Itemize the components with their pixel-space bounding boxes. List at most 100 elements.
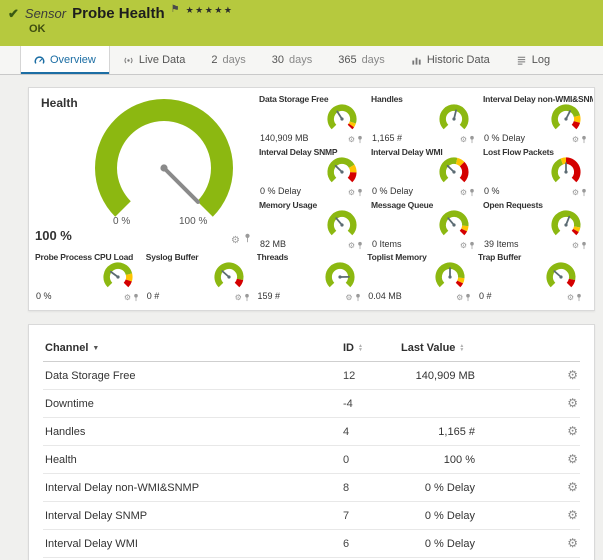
row-spacer (477, 530, 546, 558)
row-actions: ⚙ (546, 446, 580, 474)
row-spacer (477, 446, 546, 474)
tab-log[interactable]: Log (503, 46, 563, 74)
channel-id: 7 (341, 502, 399, 530)
table-row[interactable]: Downtime-4⚙ (43, 390, 580, 418)
gear-icon[interactable]: ⚙ (460, 242, 467, 250)
pin-icon[interactable] (355, 293, 361, 302)
channel-settings-icon[interactable]: ⚙ (567, 452, 578, 466)
gear-icon[interactable]: ⚙ (460, 136, 467, 144)
table-row[interactable]: Health0100 %⚙ (43, 446, 580, 474)
pin-icon[interactable] (244, 293, 250, 302)
gear-icon[interactable]: ⚙ (567, 294, 574, 302)
channels-table: Channel▼ ID▲▼ Last Value▲▼ Data Storage … (43, 335, 580, 560)
col-header-id[interactable]: ID▲▼ (341, 335, 399, 362)
channel-id: 6 (341, 530, 399, 558)
gear-icon[interactable]: ⚙ (345, 294, 352, 302)
gauge-actions: ⚙ (345, 293, 360, 302)
pin-icon[interactable] (357, 135, 363, 144)
tab-label: 30 (272, 54, 284, 66)
pin-icon[interactable] (357, 188, 363, 197)
table-row[interactable]: Interval Delay non-WMI&SNMP80 % Delay⚙ (43, 474, 580, 502)
channel-settings-icon[interactable]: ⚙ (567, 508, 578, 522)
gauge-actions: ⚙ (235, 293, 250, 302)
pin-icon[interactable] (469, 188, 475, 197)
col-label: ID (343, 342, 354, 354)
gear-icon[interactable]: ⚙ (231, 235, 240, 246)
channel-last-value (399, 390, 477, 418)
channel-name[interactable]: Interval Delay WMI (43, 530, 341, 558)
pin-icon[interactable] (581, 188, 587, 197)
pin-icon[interactable] (469, 135, 475, 144)
pin-icon[interactable] (357, 241, 363, 250)
gear-icon[interactable]: ⚙ (572, 189, 579, 197)
channel-settings-icon[interactable]: ⚙ (567, 424, 578, 438)
table-row[interactable]: Interval Delay SNMP70 % Delay⚙ (43, 502, 580, 530)
gauge-dial (212, 260, 246, 294)
gear-icon[interactable]: ⚙ (572, 136, 579, 144)
tab-365-days[interactable]: 365 days (325, 46, 398, 74)
col-header-channel[interactable]: Channel▼ (43, 335, 341, 362)
channel-settings-icon[interactable]: ⚙ (567, 368, 578, 382)
pin-icon[interactable] (581, 241, 587, 250)
col-header-actions (546, 335, 580, 362)
gauge-actions: ⚙ (460, 241, 475, 250)
gauge-value: 1,165 # (372, 133, 402, 143)
pin-icon[interactable] (576, 293, 582, 302)
row-spacer (477, 474, 546, 502)
channel-settings-icon[interactable]: ⚙ (567, 396, 578, 410)
health-gauge-dial (84, 88, 244, 248)
col-header-spacer (477, 335, 546, 362)
gear-icon[interactable]: ⚙ (348, 189, 355, 197)
tab-label-unit: days (222, 54, 245, 66)
table-row[interactable]: Handles41,165 #⚙ (43, 418, 580, 446)
pin-icon[interactable] (133, 293, 139, 302)
tab-label-unit: days (362, 54, 385, 66)
gauge-trap-buffer: Trap Buffer0 #⚙ (478, 252, 588, 304)
channel-name[interactable]: Handles (43, 418, 341, 446)
gauge-actions: ⚙ (572, 135, 587, 144)
gear-icon[interactable]: ⚙ (460, 189, 467, 197)
sort-icon: ▲▼ (459, 344, 464, 352)
gauge-dial (549, 208, 583, 242)
gear-icon[interactable]: ⚙ (348, 242, 355, 250)
gauge-value: 82 MB (260, 239, 286, 249)
channel-name[interactable]: Downtime (43, 390, 341, 418)
gear-icon[interactable]: ⚙ (348, 136, 355, 144)
channel-name[interactable]: Data Storage Free (43, 362, 341, 390)
row-spacer (477, 362, 546, 390)
table-row[interactable]: Interval Delay WMI60 % Delay⚙ (43, 530, 580, 558)
gear-icon[interactable]: ⚙ (572, 242, 579, 250)
gauge-actions: ⚙ (572, 241, 587, 250)
tab-2-days[interactable]: 2 days (198, 46, 258, 74)
col-header-last-value[interactable]: Last Value▲▼ (399, 335, 477, 362)
gauge-memory-usage: Memory Usage82 MB⚙ (259, 200, 369, 252)
tab-live-data[interactable]: Live Data (110, 46, 198, 74)
gauge-dial (549, 102, 583, 136)
tab-label: 365 (338, 54, 356, 66)
priority-stars[interactable]: ★★★★★ (186, 5, 234, 16)
gear-icon[interactable]: ⚙ (124, 294, 131, 302)
channel-name[interactable]: Interval Delay SNMP (43, 502, 341, 530)
tab-30-days[interactable]: 30 days (259, 46, 326, 74)
health-gauge-title: Health (41, 96, 78, 110)
tab-label: 2 (211, 54, 217, 66)
gear-icon[interactable]: ⚙ (235, 294, 242, 302)
tab-historic-data[interactable]: Historic Data (398, 46, 503, 74)
health-gauge-actions: ⚙ (231, 230, 251, 248)
gear-icon[interactable]: ⚙ (456, 294, 463, 302)
pin-icon[interactable] (465, 293, 471, 302)
pin-icon[interactable] (244, 233, 251, 243)
pin-icon[interactable] (469, 241, 475, 250)
channel-name[interactable]: Interval Delay non-WMI&SNMP (43, 474, 341, 502)
channel-name[interactable]: Health (43, 446, 341, 474)
gauge-handles: Handles1,165 #⚙ (371, 94, 481, 146)
table-row[interactable]: Data Storage Free12140,909 MB⚙ (43, 362, 580, 390)
pin-icon[interactable] (581, 135, 587, 144)
channel-settings-icon[interactable]: ⚙ (567, 480, 578, 494)
tab-bar: Overview Live Data 2days 30days 365days … (0, 46, 603, 75)
gauge-dial (544, 260, 578, 294)
flag-icon[interactable]: ⚑ (171, 4, 180, 15)
tab-label-unit: days (289, 54, 312, 66)
tab-overview[interactable]: Overview (20, 46, 110, 74)
channel-settings-icon[interactable]: ⚙ (567, 536, 578, 550)
